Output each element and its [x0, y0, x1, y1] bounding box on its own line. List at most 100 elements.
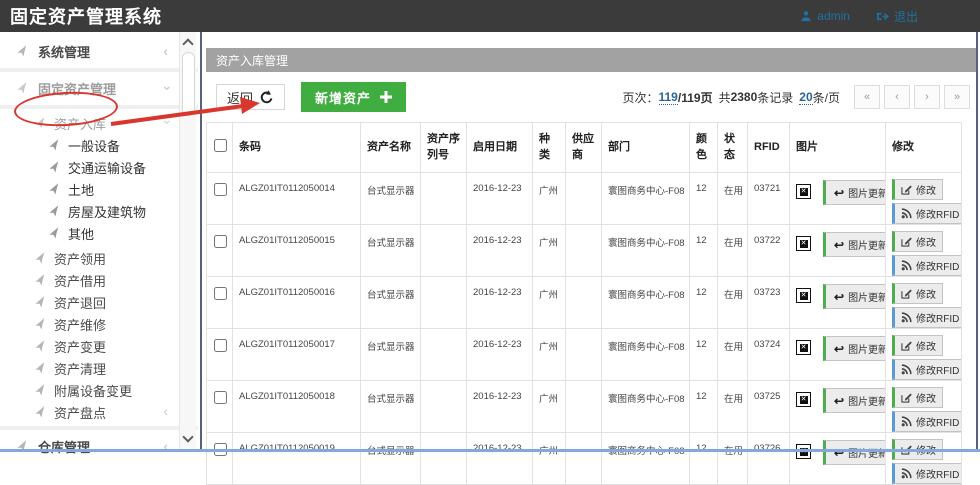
column-header-5: 供应商 [566, 123, 602, 173]
edit-icon [901, 236, 912, 247]
page-size-link[interactable]: 20 [799, 90, 812, 105]
sidebar-item-2[interactable]: 资产入库‹ [0, 112, 198, 134]
sidebar-item-8[interactable]: 资产领用 [0, 247, 198, 269]
cell-barcode: ALGZ01IT0112050019 [233, 433, 361, 485]
table-body: ALGZ01IT0112050014台式显示器2016-12-23广州寰图商务中… [207, 173, 962, 485]
cell-asset-name: 台式显示器 [361, 225, 421, 277]
sidebar-item-6[interactable]: 房屋及建筑物 [0, 200, 198, 222]
user-menu-link[interactable]: admin [800, 9, 850, 23]
cell-serial [421, 329, 467, 381]
sidebar-item-15[interactable]: 资产盘点‹ [0, 401, 198, 423]
edit-button[interactable]: 修改 [892, 335, 943, 356]
image-update-button[interactable]: ↩图片更新 [823, 440, 886, 465]
image-update-button[interactable]: ↩图片更新 [823, 336, 886, 361]
cell-serial [421, 225, 467, 277]
column-header-3: 启用日期 [467, 123, 533, 173]
next-page-button[interactable]: › [914, 85, 940, 109]
sidebar-item-label: 资产退回 [54, 293, 106, 312]
cell-status: 在用 [718, 329, 748, 381]
sidebar-item-11[interactable]: 资产维修 [0, 313, 198, 335]
sidebar-item-1[interactable]: 固定资产管理‹ [0, 75, 198, 102]
broken-image-icon: ✕ [796, 340, 811, 355]
image-update-button[interactable]: ↩图片更新 [823, 388, 886, 413]
row-checkbox[interactable] [214, 287, 227, 300]
edit-button[interactable]: 修改 [892, 179, 943, 200]
edit-button[interactable]: 修改 [892, 387, 943, 408]
sidebar-item-4[interactable]: 交通运输设备 [0, 156, 198, 178]
edit-button[interactable]: 修改 [892, 231, 943, 252]
sidebar-separator [0, 426, 198, 430]
nav-plane-icon [48, 139, 61, 152]
row-checkbox[interactable] [214, 235, 227, 248]
cell-checkbox [207, 277, 233, 329]
row-checkbox[interactable] [214, 339, 227, 352]
sidebar-scrollbar[interactable] [179, 32, 196, 449]
edit-rfid-button[interactable]: 修改RFID [892, 463, 962, 484]
nav-plane-icon [34, 296, 47, 309]
cell-status: 在用 [718, 277, 748, 329]
logout-link[interactable]: 退出 [876, 8, 918, 25]
row-checkbox[interactable] [214, 391, 227, 404]
edit-rfid-button[interactable]: 修改RFID [892, 203, 962, 224]
sidebar-item-14[interactable]: 附属设备变更 [0, 379, 198, 401]
column-header-8: 状态 [718, 123, 748, 173]
sidebar-item-0[interactable]: 系统管理‹ [0, 38, 198, 65]
cell-image: ✕↩图片更新 [790, 225, 886, 277]
sidebar-item-9[interactable]: 资产借用 [0, 269, 198, 291]
table-row-3: ALGZ01IT0112050017台式显示器2016-12-23广州寰图商务中… [207, 329, 962, 381]
column-header-6: 部门 [602, 123, 690, 173]
scroll-up-button[interactable] [180, 34, 196, 51]
cell-category: 广州 [533, 433, 566, 485]
records-count: 2380 [731, 90, 758, 104]
cell-asset-name: 台式显示器 [361, 433, 421, 485]
cell-barcode: ALGZ01IT0112050015 [233, 225, 361, 277]
cell-date: 2016-12-23 [467, 381, 533, 433]
sidebar-item-7[interactable]: 其他 [0, 222, 198, 244]
sidebar-item-label: 仓库管理 [38, 437, 90, 456]
back-button[interactable]: 返回 [216, 84, 285, 110]
cell-image: ✕↩图片更新 [790, 433, 886, 485]
column-header-0: 条码 [233, 123, 361, 173]
cell-category: 广州 [533, 329, 566, 381]
sidebar-item-3[interactable]: 一般设备 [0, 134, 198, 156]
sidebar-item-16[interactable]: 仓库管理‹ [0, 433, 198, 460]
cell-department: 寰图商务中心-F08 [602, 381, 690, 433]
nav-plane-icon [16, 45, 29, 58]
sidebar-item-5[interactable]: 土地 [0, 178, 198, 200]
main-panel: 资产入库管理 返回 新增资产 页次： 119 /119页 共 2380 条记录 … [206, 48, 976, 485]
prev-page-button[interactable]: ‹ [884, 85, 910, 109]
sidebar-item-12[interactable]: 资产变更 [0, 335, 198, 357]
cell-image: ✕ ↩图片更新 [790, 173, 886, 225]
edit-rfid-button[interactable]: 修改RFID [892, 411, 962, 432]
broken-image-icon: ✕ [796, 184, 811, 199]
select-all-checkbox[interactable] [214, 139, 227, 152]
sidebar-item-label: 资产入库 [54, 114, 106, 133]
row-checkbox[interactable] [214, 183, 227, 196]
sidebar-item-13[interactable]: 资产清理 [0, 357, 198, 379]
sidebar-item-10[interactable]: 资产退回 [0, 291, 198, 313]
edit-rfid-button[interactable]: 修改RFID [892, 359, 962, 380]
records-suffix: 条记录 [757, 89, 793, 106]
table-row-2: ALGZ01IT0112050016台式显示器2016-12-23广州寰图商务中… [207, 277, 962, 329]
cell-date: 2016-12-23 [467, 225, 533, 277]
cell-checkbox [207, 433, 233, 485]
reply-arrow-icon: ↩ [834, 395, 844, 407]
first-page-button[interactable]: « [854, 85, 880, 109]
add-asset-button[interactable]: 新增资产 [301, 82, 406, 112]
image-update-button[interactable]: ↩图片更新 [823, 284, 886, 309]
image-update-button[interactable]: ↩图片更新 [823, 232, 886, 257]
image-update-button[interactable]: ↩图片更新 [823, 180, 886, 205]
scrollbar-thumb[interactable] [182, 52, 195, 116]
total-pages-text: /119页 [678, 89, 713, 106]
cell-supplier [566, 433, 602, 485]
cell-asset-name: 台式显示器 [361, 329, 421, 381]
cell-department: 寰图商务中心-F08 [602, 329, 690, 381]
scroll-down-button[interactable] [180, 430, 196, 447]
last-page-button[interactable]: » [944, 85, 970, 109]
edit-rfid-button[interactable]: 修改RFID [892, 255, 962, 276]
current-page-link[interactable]: 119 [659, 90, 678, 105]
edit-rfid-button[interactable]: 修改RFID [892, 307, 962, 328]
sidebar-menu: 系统管理‹ 固定资产管理‹ 资产入库‹ 一般设备 交通运输设备 土地 房屋及建筑… [0, 32, 198, 460]
edit-button[interactable]: 修改 [892, 283, 943, 304]
cell-color: 12 [690, 173, 718, 225]
